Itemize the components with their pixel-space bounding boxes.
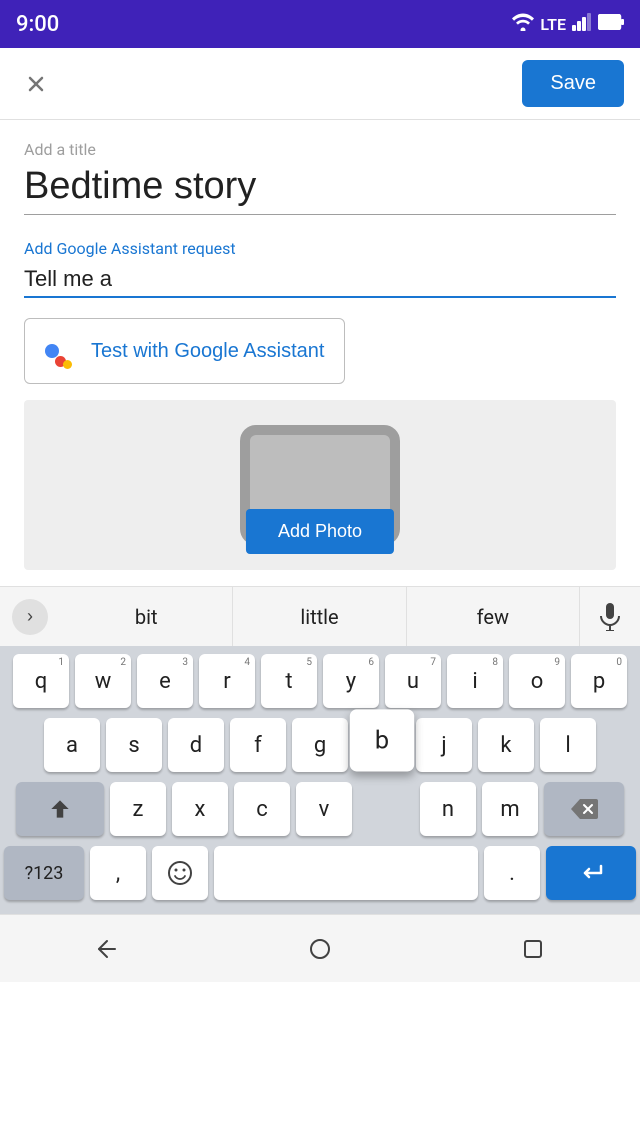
save-button[interactable]: Save xyxy=(522,60,624,107)
assistant-input-wrapper xyxy=(24,266,616,298)
google-assistant-logo xyxy=(45,333,81,369)
home-button[interactable] xyxy=(300,929,340,969)
suggestion-few[interactable]: few xyxy=(407,587,580,646)
key-a[interactable]: a xyxy=(44,718,100,772)
image-preview: Add Photo xyxy=(24,400,616,570)
keyboard-row-1: q1 w2 e3 r4 t5 y6 u7 i8 o9 p0 xyxy=(4,654,636,708)
key-u[interactable]: u7 xyxy=(385,654,441,708)
main-content: Add a title Add Google Assistant request… xyxy=(0,120,640,586)
signal-icon xyxy=(572,13,592,35)
suggestion-expand: › xyxy=(0,587,60,646)
toolbar: Save xyxy=(0,48,640,120)
key-b[interactable]: b xyxy=(350,709,414,771)
space-button[interactable] xyxy=(214,846,478,900)
suggestion-bit[interactable]: bit xyxy=(60,587,233,646)
ga-dot-yellow xyxy=(63,360,72,369)
key-o[interactable]: o9 xyxy=(509,654,565,708)
key-q[interactable]: q1 xyxy=(13,654,69,708)
key-m[interactable]: m xyxy=(482,782,538,836)
key-i[interactable]: i8 xyxy=(447,654,503,708)
key-l[interactable]: l xyxy=(540,718,596,772)
key-x[interactable]: x xyxy=(172,782,228,836)
keyboard: q1 w2 e3 r4 t5 y6 u7 i8 o9 p0 a s d f g … xyxy=(0,646,640,914)
emoji-button[interactable] xyxy=(152,846,208,900)
key-period[interactable]: . xyxy=(484,846,540,900)
delete-button[interactable] xyxy=(544,782,624,836)
key-t[interactable]: t5 xyxy=(261,654,317,708)
status-time: 9:00 xyxy=(16,12,59,37)
close-button[interactable] xyxy=(16,64,56,104)
key-p[interactable]: p0 xyxy=(571,654,627,708)
key-k[interactable]: k xyxy=(478,718,534,772)
recents-button[interactable] xyxy=(513,929,553,969)
key-f[interactable]: f xyxy=(230,718,286,772)
title-label: Add a title xyxy=(24,140,616,159)
keyboard-row-3: z x c v n m xyxy=(4,782,636,836)
test-with-assistant-button[interactable]: Test with Google Assistant xyxy=(24,318,345,384)
keyboard-row-2: a s d f g b j k l xyxy=(4,718,636,772)
enter-button[interactable] xyxy=(546,846,636,900)
keyboard-row-4: ?123 , . xyxy=(4,846,636,900)
key-n[interactable]: n xyxy=(420,782,476,836)
key-g[interactable]: g xyxy=(292,718,348,772)
mic-button[interactable] xyxy=(580,587,640,646)
battery-icon xyxy=(598,14,624,34)
assistant-label: Add Google Assistant request xyxy=(24,239,616,258)
keyboard-suggestions: › bit little few xyxy=(0,586,640,646)
key-j[interactable]: j xyxy=(416,718,472,772)
key-z[interactable]: z xyxy=(110,782,166,836)
special-chars-button[interactable]: ?123 xyxy=(4,846,84,900)
status-icons: LTE xyxy=(512,13,624,35)
key-c[interactable]: c xyxy=(234,782,290,836)
title-input[interactable] xyxy=(24,165,616,215)
add-photo-button[interactable]: Add Photo xyxy=(246,509,394,554)
key-d[interactable]: d xyxy=(168,718,224,772)
nav-bar xyxy=(0,914,640,982)
key-v[interactable]: v xyxy=(296,782,352,836)
key-s[interactable]: s xyxy=(106,718,162,772)
key-w[interactable]: w2 xyxy=(75,654,131,708)
key-y[interactable]: y6 xyxy=(323,654,379,708)
shift-button[interactable] xyxy=(16,782,104,836)
back-button[interactable] xyxy=(87,929,127,969)
assistant-input[interactable] xyxy=(24,266,616,292)
lte-icon: LTE xyxy=(540,15,566,34)
key-e[interactable]: e3 xyxy=(137,654,193,708)
status-bar: 9:00 LTE xyxy=(0,0,640,48)
test-button-label: Test with Google Assistant xyxy=(91,340,324,363)
key-r[interactable]: r4 xyxy=(199,654,255,708)
wifi-icon xyxy=(512,13,534,35)
expand-suggestions-button[interactable]: › xyxy=(12,599,48,635)
key-comma[interactable]: , xyxy=(90,846,146,900)
suggestion-little[interactable]: little xyxy=(233,587,406,646)
